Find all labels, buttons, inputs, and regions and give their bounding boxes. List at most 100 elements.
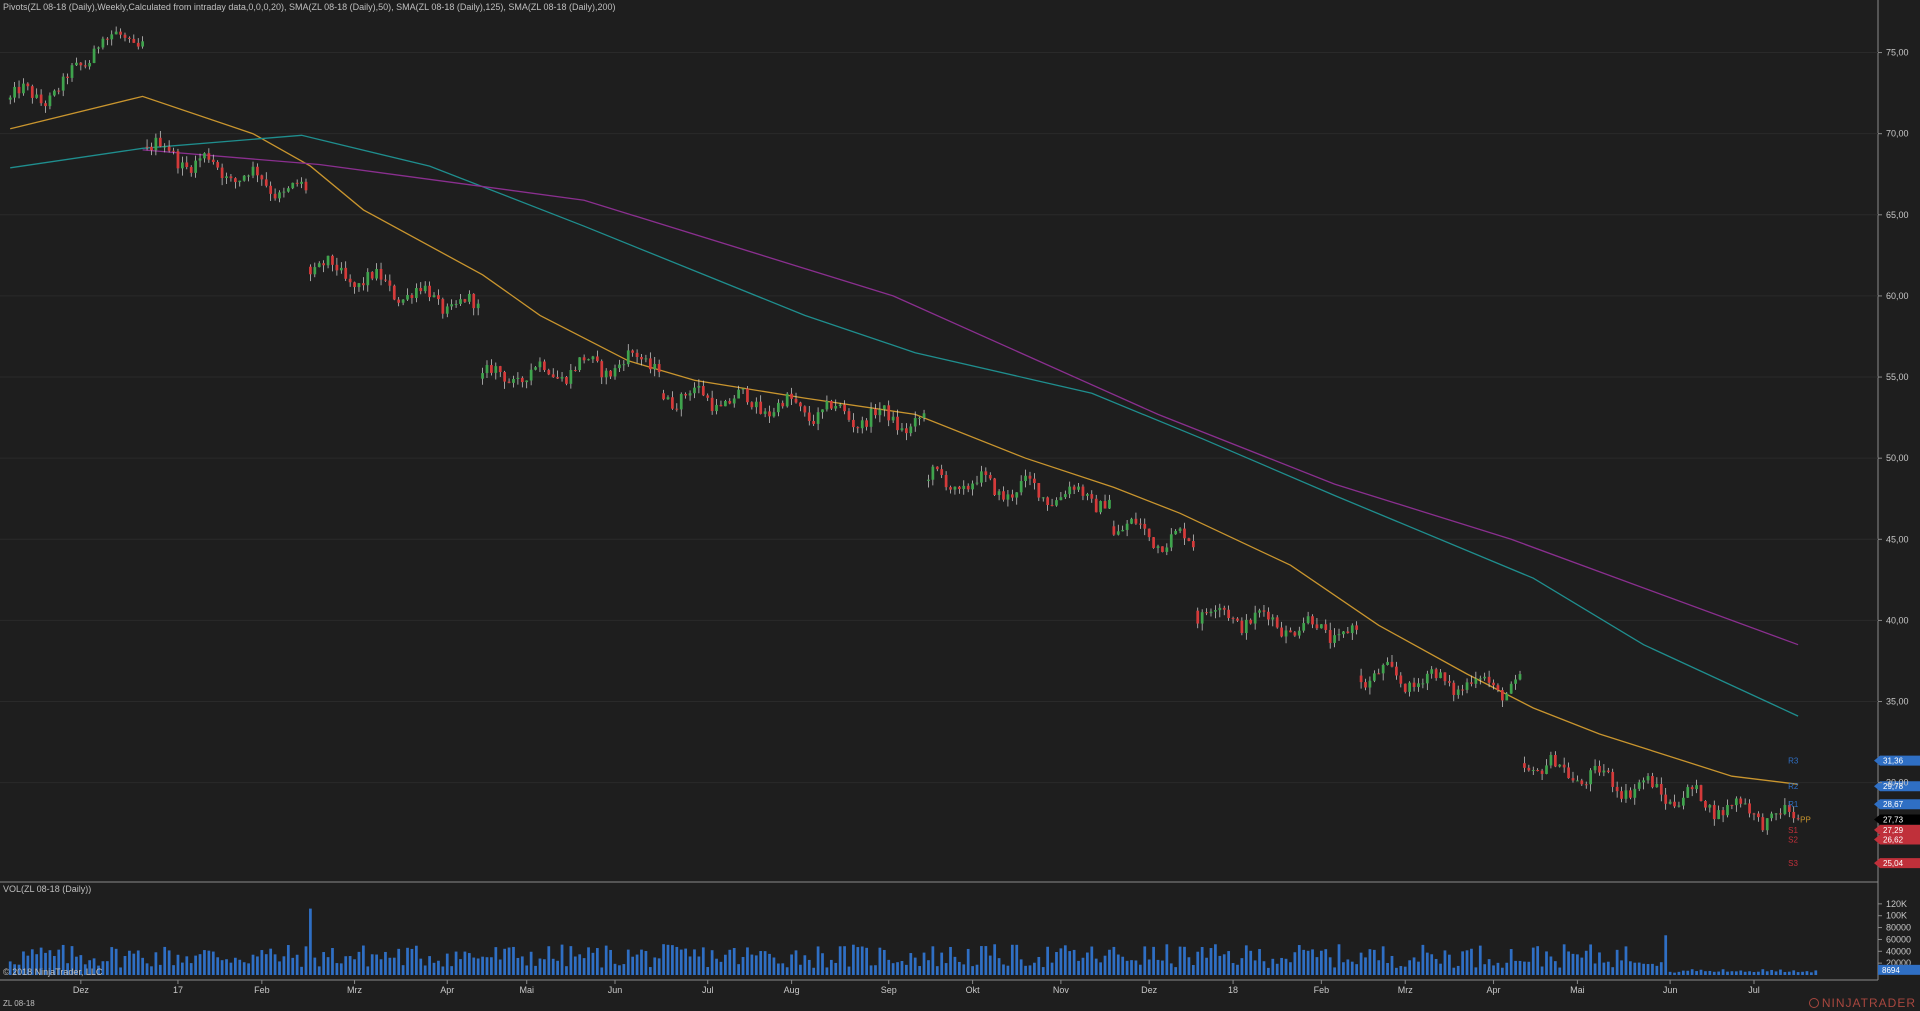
candle-body bbox=[132, 38, 136, 43]
candle-body bbox=[22, 83, 25, 94]
candle-body bbox=[1302, 623, 1306, 631]
volume-bar bbox=[1540, 966, 1544, 975]
candle-body bbox=[1461, 689, 1464, 691]
candle-body bbox=[454, 303, 458, 305]
volume-bar bbox=[225, 959, 228, 975]
volume-bar bbox=[1690, 969, 1694, 975]
candle-body bbox=[229, 176, 233, 179]
candle-body bbox=[1545, 765, 1548, 774]
volume-bar bbox=[1063, 945, 1067, 975]
volume-bar bbox=[1408, 960, 1412, 975]
volume-bar bbox=[1381, 946, 1385, 975]
volume-bar bbox=[896, 962, 899, 975]
candle-body bbox=[1019, 481, 1023, 493]
volume-bar bbox=[768, 953, 771, 975]
candle-body bbox=[635, 352, 639, 358]
candle-body bbox=[737, 389, 740, 399]
volume-bar bbox=[1593, 963, 1597, 975]
pivot-marker-label: R3 bbox=[1788, 757, 1799, 766]
volume-bar bbox=[1730, 971, 1734, 975]
candle-body bbox=[543, 361, 546, 371]
candle-body bbox=[141, 41, 145, 47]
volume-bar bbox=[1010, 944, 1014, 975]
candle-body bbox=[344, 267, 348, 279]
time-tick-label: Mai bbox=[519, 985, 534, 995]
instrument-tab[interactable]: ZL 08-18 bbox=[3, 999, 35, 1008]
candle-body bbox=[618, 364, 621, 369]
volume-tick-label: 40000 bbox=[1886, 946, 1911, 956]
candle-body bbox=[1183, 528, 1186, 539]
candle-body bbox=[216, 162, 220, 168]
volume-bar bbox=[132, 953, 136, 975]
candle-body bbox=[1143, 523, 1147, 529]
candle-body bbox=[1399, 675, 1403, 684]
candle-body bbox=[781, 402, 785, 407]
candle-body bbox=[834, 406, 838, 409]
volume-bar bbox=[1275, 963, 1279, 975]
ninjatrader-logo-icon bbox=[1808, 998, 1819, 1008]
volume-bar bbox=[220, 960, 224, 975]
candle-body bbox=[631, 350, 635, 353]
volume-bar bbox=[1134, 960, 1138, 975]
volume-bar bbox=[997, 958, 1001, 975]
volume-bar bbox=[874, 965, 877, 975]
volume-bar bbox=[1077, 960, 1080, 975]
candle-body bbox=[1046, 497, 1050, 506]
candle-body bbox=[1673, 801, 1676, 807]
candle-body bbox=[1253, 612, 1257, 624]
candle-body bbox=[1492, 682, 1495, 686]
candle-body bbox=[260, 175, 264, 180]
price-tick-label: 75,00 bbox=[1886, 48, 1909, 58]
time-tick-label: Feb bbox=[1314, 985, 1330, 995]
candle-body bbox=[494, 366, 498, 373]
volume-bar bbox=[1571, 953, 1575, 975]
candle-body bbox=[256, 166, 259, 176]
volume-bar bbox=[569, 946, 573, 975]
price-tick-label: 40,00 bbox=[1886, 615, 1909, 625]
volume-bar bbox=[445, 953, 449, 975]
candle-body bbox=[17, 86, 21, 94]
candle-body bbox=[8, 97, 12, 100]
candle-body bbox=[450, 304, 454, 307]
volume-bar bbox=[1081, 957, 1085, 975]
volume-bar bbox=[1372, 949, 1376, 975]
candle-body bbox=[1306, 616, 1310, 624]
candle-body bbox=[1214, 610, 1217, 612]
candle-body bbox=[732, 398, 736, 404]
volume-bar bbox=[1452, 967, 1456, 975]
candle-body bbox=[1337, 634, 1341, 636]
candle-body bbox=[1514, 679, 1517, 684]
candle-body bbox=[728, 400, 732, 404]
volume-bar bbox=[1523, 961, 1526, 975]
volume-bar bbox=[1033, 962, 1036, 975]
candle-body bbox=[1125, 523, 1129, 530]
candle-body bbox=[1222, 607, 1226, 610]
volume-bar bbox=[1289, 962, 1292, 975]
volume-bar bbox=[141, 957, 145, 975]
volume-bar bbox=[640, 949, 643, 975]
candle-body bbox=[490, 365, 493, 373]
candle-body bbox=[1386, 661, 1389, 665]
volume-bar bbox=[900, 961, 904, 975]
volume-bar bbox=[807, 959, 811, 975]
candle-body bbox=[1033, 478, 1036, 484]
volume-bar bbox=[688, 956, 692, 975]
volume-bar bbox=[392, 957, 396, 975]
candle-body bbox=[1734, 798, 1738, 806]
price-tick-label: 45,00 bbox=[1886, 534, 1909, 544]
chart-canvas[interactable]: R3 31,36R2 29,78R1 28,6727,73S1 27,29S2 26,62… bbox=[0, 0, 1920, 1011]
candle-body bbox=[1289, 630, 1292, 633]
volume-bar bbox=[1293, 952, 1297, 975]
volume-bar bbox=[485, 957, 489, 975]
candle-body bbox=[1421, 683, 1425, 685]
volume-bar bbox=[984, 946, 988, 975]
candle-body bbox=[741, 388, 745, 390]
volume-bar bbox=[525, 965, 529, 975]
volume-bar bbox=[591, 952, 595, 975]
candle-body bbox=[701, 386, 705, 396]
volume-bar bbox=[1668, 971, 1672, 975]
candle-body bbox=[1328, 629, 1332, 643]
volume-bar bbox=[1130, 960, 1133, 975]
volume-bar bbox=[1152, 946, 1155, 975]
volume-bar bbox=[988, 955, 992, 975]
